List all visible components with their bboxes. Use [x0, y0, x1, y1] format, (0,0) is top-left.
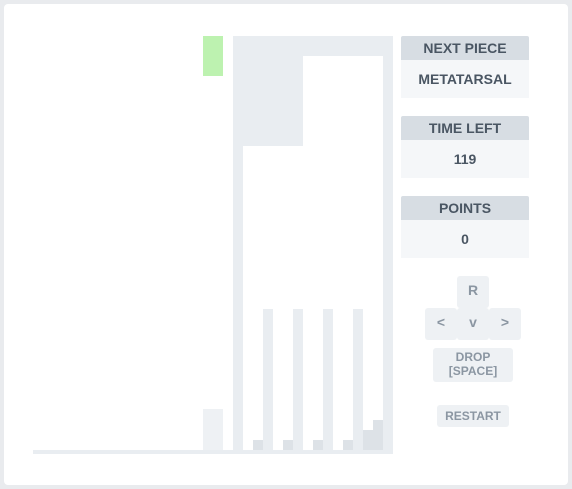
floor-tile: [253, 440, 263, 450]
stacked-block: [203, 409, 223, 450]
drop-button-label: DROP: [455, 350, 491, 364]
board-wall: [233, 36, 243, 450]
time-left-panel: TIME LEFT 119: [401, 116, 529, 178]
stacked-column: [263, 309, 273, 450]
stacked-block: [303, 36, 383, 56]
floor-tile: [343, 440, 353, 450]
points-panel: POINTS 0: [401, 196, 529, 258]
stacked-block: [243, 36, 303, 146]
restart-button[interactable]: RESTART: [437, 405, 509, 427]
drop-button-shortcut: [SPACE]: [448, 364, 498, 378]
floor-tile: [283, 440, 293, 450]
points-label: POINTS: [401, 196, 529, 220]
next-piece-panel: NEXT PIECE METATARSAL: [401, 36, 529, 98]
floor-tile: [313, 440, 323, 450]
rotate-button[interactable]: R: [457, 276, 489, 308]
next-piece-value: METATARSAL: [401, 60, 529, 98]
floor-tile: [373, 420, 383, 450]
stacked-column: [293, 309, 303, 450]
floor-tile: [363, 430, 373, 450]
stacked-column: [323, 309, 333, 450]
board-floor: [33, 450, 393, 454]
stacked-column: [353, 309, 363, 450]
board-wall: [383, 36, 393, 450]
next-piece-label: NEXT PIECE: [401, 36, 529, 60]
time-left-label: TIME LEFT: [401, 116, 529, 140]
move-down-button[interactable]: v: [457, 308, 489, 340]
game-board: [0, 0, 400, 470]
drop-button[interactable]: DROP [SPACE]: [433, 348, 513, 382]
time-left-value: 119: [401, 140, 529, 178]
falling-piece: [203, 36, 223, 76]
move-left-button[interactable]: <: [425, 308, 457, 340]
points-value: 0: [401, 220, 529, 258]
move-right-button[interactable]: >: [489, 308, 521, 340]
